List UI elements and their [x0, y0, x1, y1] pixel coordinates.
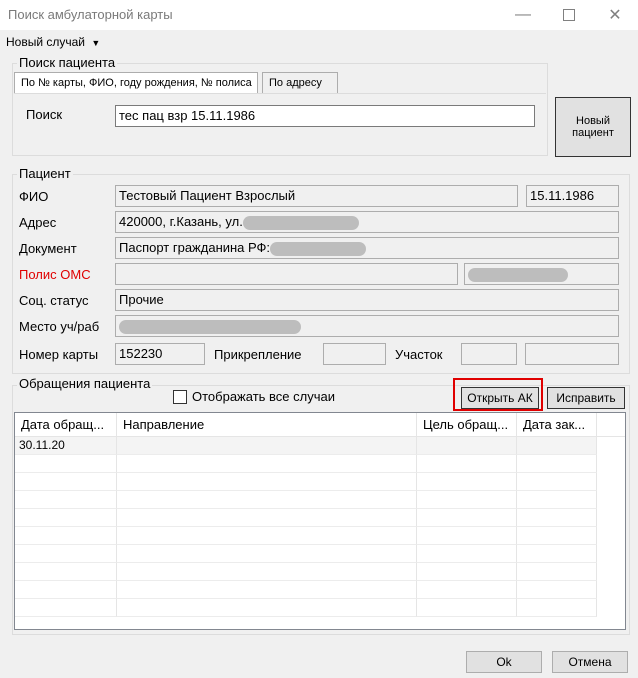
column-header-filler	[597, 413, 625, 437]
grid-empty-cell	[15, 581, 117, 599]
address-label: Адрес	[19, 215, 57, 230]
card-number-label: Номер карты	[19, 347, 99, 362]
grid-empty-cell	[15, 527, 117, 545]
grid-cell[interactable]: 30.11.20	[15, 437, 117, 455]
redacted-block	[468, 267, 568, 282]
column-header[interactable]: Дата обращ...	[15, 413, 117, 437]
grid-empty-cell	[517, 545, 597, 563]
grid-empty-cell	[517, 491, 597, 509]
dropdown-arrow-icon: ▼	[91, 38, 101, 48]
grid-empty-cell	[517, 581, 597, 599]
column-header[interactable]: Дата зак...	[517, 413, 597, 437]
district-field	[461, 343, 517, 365]
grid-empty-cell	[517, 563, 597, 581]
grid-empty-cell	[15, 563, 117, 581]
grid-empty-cell	[15, 455, 117, 473]
grid-empty-cell	[417, 509, 517, 527]
grid-empty-cell	[417, 563, 517, 581]
grid-empty-cell	[117, 599, 417, 617]
grid-empty-cell	[117, 581, 417, 599]
workplace-field	[115, 315, 619, 337]
grid-empty-cell	[117, 473, 417, 491]
grid-empty-cell	[417, 491, 517, 509]
open-ak-button[interactable]: Открыть АК	[461, 387, 539, 409]
new-patient-button[interactable]: Новый пациент	[555, 97, 631, 157]
column-header[interactable]: Направление	[117, 413, 417, 437]
window-title: Поиск амбулаторной карты	[8, 7, 173, 22]
policy-label: Полис ОМС	[19, 267, 91, 282]
redacted-block	[119, 319, 301, 334]
card-number-field: 152230	[115, 343, 205, 365]
tab-search-by-card[interactable]: По № карты, ФИО, году рождения, № полиса	[14, 72, 258, 94]
social-status-field: Прочие	[115, 289, 619, 311]
show-all-label: Отображать все случаи	[192, 389, 335, 404]
policy-number-field	[464, 263, 619, 285]
attachment-label: Прикрепление	[214, 347, 302, 362]
district-label: Участок	[395, 347, 443, 362]
grid-empty-cell	[517, 473, 597, 491]
tab-divider	[14, 93, 546, 94]
search-label: Поиск	[26, 107, 63, 122]
grid-empty-cell	[417, 527, 517, 545]
grid-empty-cell	[517, 527, 597, 545]
grid-empty-cell	[117, 563, 417, 581]
policy-series-field	[115, 263, 458, 285]
grid-empty-cell	[417, 581, 517, 599]
workplace-label: Место уч/раб	[19, 319, 100, 334]
grid-empty-cell	[117, 545, 417, 563]
grid-empty-cell	[417, 599, 517, 617]
fio-label: ФИО	[19, 189, 49, 204]
grid-cell[interactable]	[517, 437, 597, 455]
search-input[interactable]: тес пац взр 15.11.1986	[115, 105, 535, 127]
tab-search-by-address[interactable]: По адресу	[262, 72, 338, 94]
grid-empty-cell	[117, 455, 417, 473]
grid-empty-cell	[15, 545, 117, 563]
ok-button[interactable]: Ok	[466, 651, 542, 673]
patient-group-title: Пациент	[17, 166, 73, 181]
tab-search-by-card-label: По № карты, ФИО, году рождения, № полиса	[21, 77, 252, 89]
fix-button[interactable]: Исправить	[547, 387, 625, 409]
birthdate-field: 15.11.1986	[526, 185, 619, 207]
grid-empty-cell	[117, 509, 417, 527]
grid-empty-cell	[417, 545, 517, 563]
grid-empty-cell	[15, 473, 117, 491]
visits-group-title: Обращения пациента	[17, 376, 153, 391]
social-status-label: Соц. статус	[19, 293, 89, 308]
minimize-icon[interactable]: —	[500, 0, 546, 30]
grid-cell[interactable]	[117, 437, 417, 455]
visits-grid[interactable]: Дата обращ... Направление Цель обращ... …	[14, 412, 626, 630]
tab-search-by-address-label: По адресу	[269, 77, 322, 89]
document-field: Паспорт гражданина РФ:	[115, 237, 619, 259]
maximize-icon[interactable]	[546, 0, 592, 30]
close-icon[interactable]: ✕	[592, 0, 638, 30]
redacted-block	[270, 241, 367, 256]
grid-empty-cell	[517, 455, 597, 473]
grid-empty-cell	[517, 509, 597, 527]
document-value: Паспорт гражданина РФ:	[119, 240, 271, 255]
grid-empty-cell	[517, 599, 597, 617]
address-value: 420000, г.Казань, ул.	[119, 214, 243, 229]
grid-empty-cell	[15, 491, 117, 509]
column-header[interactable]: Цель обращ...	[417, 413, 517, 437]
redacted-block	[242, 215, 359, 230]
menu-new-case-label: Новый случай	[6, 35, 86, 49]
menu-new-case[interactable]: Новый случай ▼	[6, 35, 100, 49]
patient-search-group-title: Поиск пациента	[17, 55, 118, 70]
attachment-field	[323, 343, 386, 365]
grid-empty-cell	[117, 527, 417, 545]
address-field: 420000, г.Казань, ул.	[115, 211, 619, 233]
show-all-checkbox[interactable]: Отображать все случаи	[173, 389, 335, 404]
grid-empty-cell	[417, 473, 517, 491]
grid-cell[interactable]	[417, 437, 517, 455]
cancel-button[interactable]: Отмена	[552, 651, 628, 673]
grid-empty-cell	[15, 509, 117, 527]
grid-empty-cell	[117, 491, 417, 509]
document-label: Документ	[19, 241, 77, 256]
grid-empty-cell	[417, 455, 517, 473]
fio-field: Тестовый Пациент Взрослый	[115, 185, 518, 207]
district-extra-field	[525, 343, 619, 365]
grid-empty-cell	[15, 599, 117, 617]
checkbox-box[interactable]	[173, 389, 187, 404]
